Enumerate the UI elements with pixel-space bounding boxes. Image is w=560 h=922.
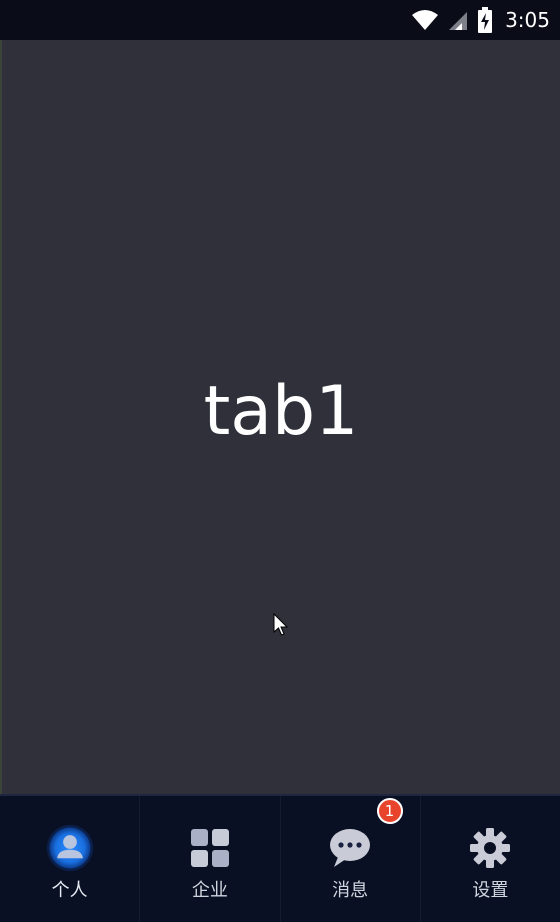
tab-enterprise[interactable]: 企业 [139, 796, 279, 922]
bottom-tab-bar: 个人 企业 消息 1 设置 [0, 794, 560, 922]
person-icon [46, 824, 94, 872]
tab-label: 个人 [51, 880, 88, 901]
cell-signal-icon [449, 12, 468, 30]
tab-label: 设置 [472, 880, 509, 901]
grid-icon [186, 824, 234, 872]
battery-charging-icon [478, 7, 493, 33]
app-screen: 3:05 tab1 个人 企业 消息 1 设置 [0, 0, 560, 922]
chat-bubble-icon [326, 824, 374, 872]
status-bar: 3:05 [0, 0, 560, 40]
status-time: 3:05 [505, 8, 550, 32]
gear-icon [466, 824, 514, 872]
tab-settings[interactable]: 设置 [419, 796, 560, 922]
wifi-icon [412, 10, 439, 30]
tab-label: 消息 [332, 880, 369, 901]
unread-badge: 1 [376, 798, 403, 824]
tab-content-label: tab1 [203, 371, 359, 451]
tab-messages[interactable]: 消息 1 [279, 796, 420, 922]
status-icons: 3:05 [411, 0, 550, 40]
tab-label: 企业 [191, 880, 228, 901]
mouse-cursor-icon [273, 613, 289, 636]
tab-personal[interactable]: 个人 [0, 796, 139, 922]
tab-content-area: tab1 [2, 40, 560, 794]
